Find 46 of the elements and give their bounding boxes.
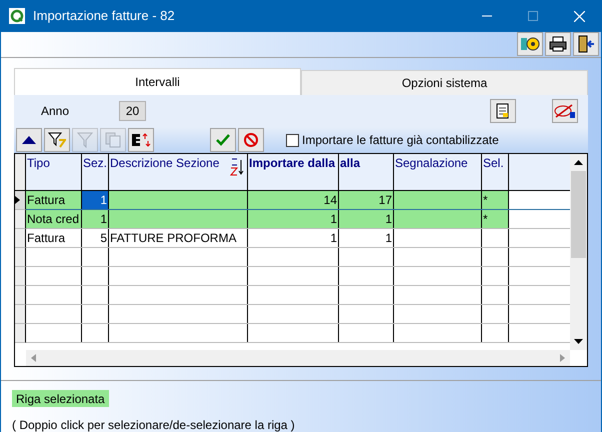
filter-edit-icon[interactable] — [44, 128, 70, 152]
app-logo-icon — [9, 8, 25, 24]
table-cell: 1 — [82, 210, 109, 228]
hint-text: ( Doppio click per selezionare/de-selezionare la riga ) — [12, 417, 296, 432]
legend-badge: Riga selezionata — [12, 390, 109, 407]
column-header[interactable]: Descrizione Sezione — [109, 154, 248, 190]
close-icon — [574, 10, 584, 22]
printer-icon[interactable] — [545, 32, 571, 56]
export-icon[interactable] — [128, 128, 154, 152]
checkbox-label: Importare le fatture già contabilizzate — [302, 132, 499, 149]
table-cell: * — [482, 191, 509, 209]
vertical-scrollbar[interactable] — [570, 154, 587, 350]
column-header[interactable]: Tipo — [26, 154, 82, 190]
document-icon[interactable] — [490, 99, 516, 123]
confirm-check-icon[interactable] — [210, 128, 236, 152]
table-cell: 17 — [339, 191, 394, 209]
table-row[interactable]: Fattura 1 14 17 * — [26, 191, 570, 210]
column-header[interactable]: Sel. — [482, 154, 509, 190]
sort-icon — [230, 158, 244, 176]
column-header[interactable]: Sez. — [82, 154, 109, 190]
exit-door-icon[interactable] — [573, 32, 599, 56]
table-cell: Nota cred — [26, 210, 82, 228]
table-cell: Fattura — [26, 191, 82, 209]
checkbox[interactable] — [286, 134, 299, 146]
table-cell: Fattura — [26, 229, 82, 247]
table-row[interactable]: Nota cred 1 1 1 * — [26, 210, 570, 229]
table-cell: FATTURE PROFORMA — [109, 229, 248, 247]
maximize-icon — [528, 11, 538, 21]
table-cell: 1 — [248, 210, 339, 228]
column-header[interactable]: alla — [339, 154, 394, 190]
anno-label: Anno — [41, 103, 70, 120]
column-header[interactable]: Importare dalla — [248, 154, 339, 190]
window-title: Importazione fatture - 82 — [33, 7, 175, 26]
table-cell: * — [482, 210, 509, 228]
tab[interactable]: Intervalli — [14, 68, 301, 95]
row-header[interactable] — [15, 229, 26, 248]
column-header[interactable]: Segnalazione — [394, 154, 482, 190]
row-header[interactable] — [15, 191, 26, 210]
cancel-icon[interactable] — [238, 128, 264, 152]
anno-field[interactable]: 20 — [119, 101, 146, 121]
tab[interactable]: Opzioni sistema — [301, 70, 588, 95]
table-cell: 14 — [248, 191, 339, 209]
table-cell: 1 — [82, 191, 109, 209]
table-row[interactable]: Fattura 5 FATTURE PROFORMA 1 1 — [26, 229, 570, 248]
row-header[interactable] — [15, 210, 26, 229]
table-cell: 1 — [339, 210, 394, 228]
